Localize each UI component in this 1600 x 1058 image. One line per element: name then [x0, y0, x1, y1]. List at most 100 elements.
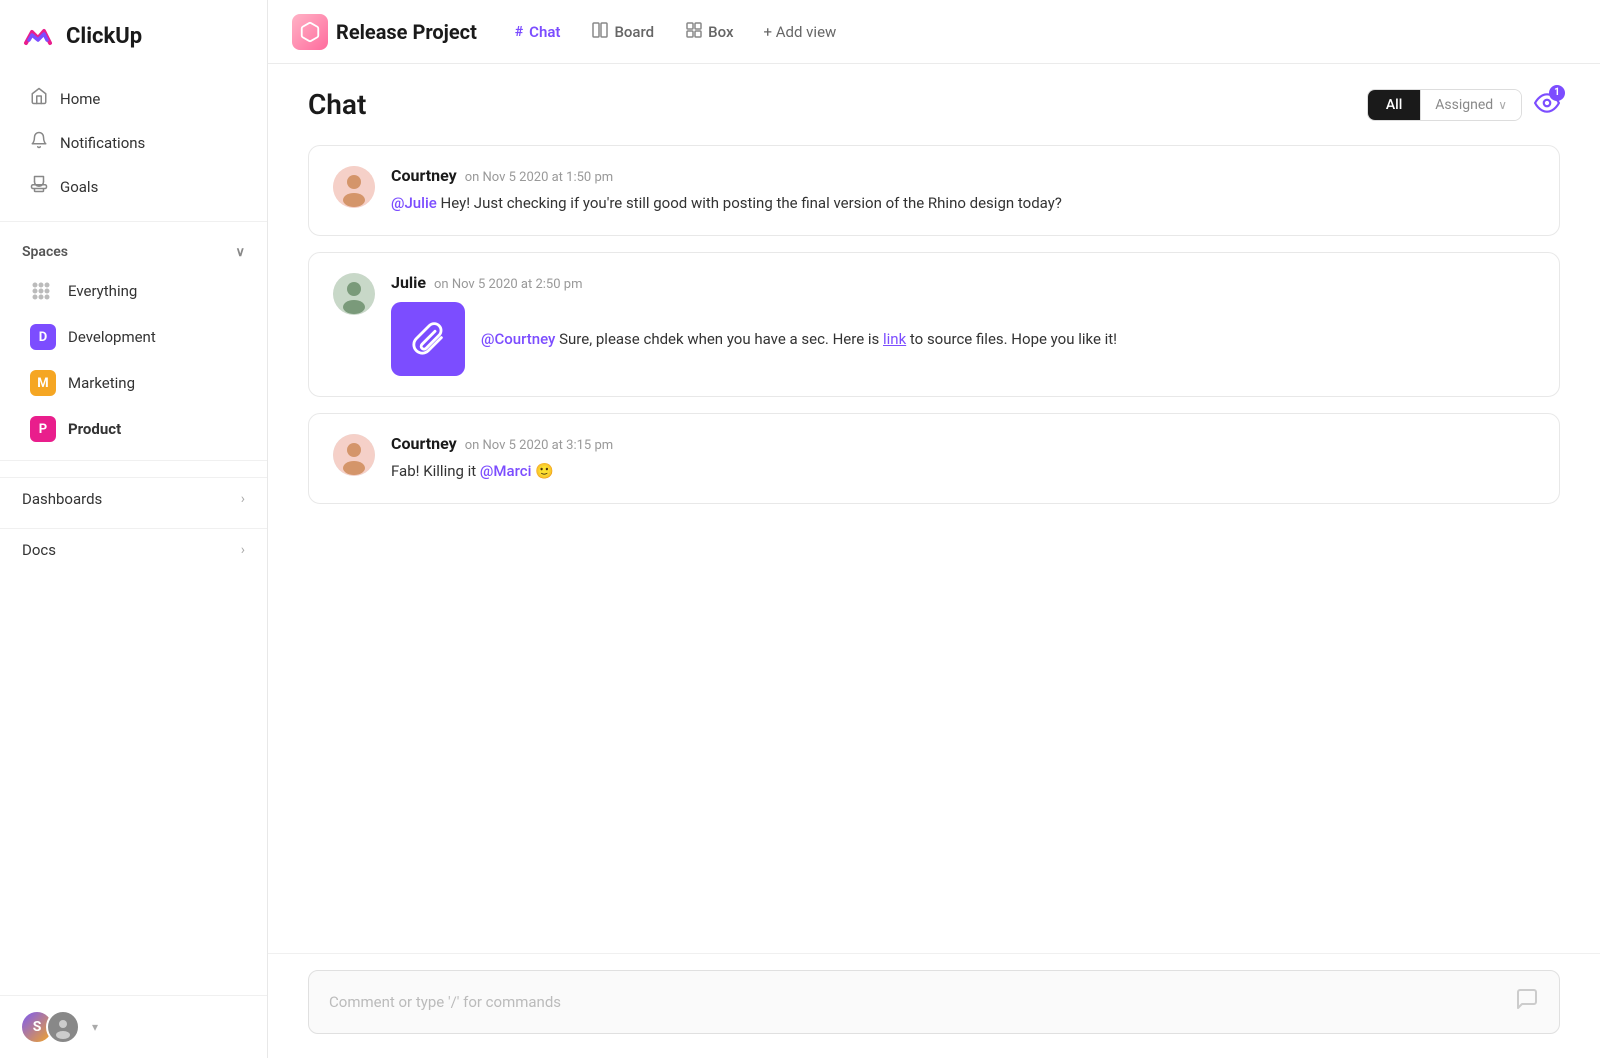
message-body-3: Courtney on Nov 5 2020 at 3:15 pm Fab! K…: [391, 434, 1535, 483]
mention-marci[interactable]: @Marci: [480, 462, 531, 480]
sidebar-product-label: Product: [68, 420, 121, 438]
project-icon: [292, 14, 328, 50]
avatar-julie: [333, 273, 375, 315]
avatar-courtney: [333, 166, 375, 208]
sidebar-item-notifications[interactable]: Notifications: [8, 121, 259, 164]
msg-text: @Julie Hey! Just checking if you're stil…: [391, 191, 1535, 215]
topbar: Release Project # Chat Board Box + Add v…: [268, 0, 1600, 64]
chat-tab-icon: #: [515, 24, 523, 40]
sidebar-nav: Home Notifications Goals: [0, 72, 267, 213]
assigned-label: Assigned: [1435, 97, 1493, 113]
message-card: Julie on Nov 5 2020 at 2:50 pm @Courtney…: [308, 252, 1560, 397]
attachment-block: @Courtney Sure, please chdek when you ha…: [391, 302, 1535, 376]
mention-julie[interactable]: @Julie: [391, 194, 437, 212]
dashboards-label: Dashboards: [22, 490, 102, 508]
sidebar-item-product[interactable]: P Product: [8, 407, 259, 451]
comment-bar: Comment or type '/' for commands: [268, 953, 1600, 1058]
message-body: Julie on Nov 5 2020 at 2:50 pm @Courtney…: [391, 273, 1535, 376]
msg-content-2a: Sure, please chdek when you have a sec. …: [555, 330, 883, 348]
message-header: Courtney on Nov 5 2020 at 1:50 pm: [391, 166, 1535, 185]
trophy-icon: [30, 175, 48, 198]
filter-tab-all[interactable]: All: [1368, 90, 1420, 120]
tab-board-label: Board: [614, 23, 654, 41]
link-source-files[interactable]: link: [883, 330, 906, 348]
sidebar-everything-label: Everything: [68, 282, 137, 300]
main-content: Release Project # Chat Board Box + Add v…: [268, 0, 1600, 1058]
clickup-logo-icon: [20, 18, 56, 54]
avatar-courtney-2: [333, 434, 375, 476]
msg-content-1: Hey! Just checking if you're still good …: [437, 194, 1062, 212]
assigned-chevron-icon: ∨: [1498, 98, 1507, 112]
msg-text-julie: @Courtney Sure, please chdek when you ha…: [481, 327, 1117, 351]
message-card: Courtney on Nov 5 2020 at 3:15 pm Fab! K…: [308, 413, 1560, 504]
watch-button[interactable]: 1: [1534, 90, 1560, 120]
tab-chat[interactable]: # Chat: [501, 17, 575, 47]
message-header-3: Courtney on Nov 5 2020 at 3:15 pm: [391, 434, 1535, 453]
view-tabs: # Chat Board Box + Add view: [501, 16, 848, 48]
tab-board[interactable]: Board: [578, 16, 668, 48]
development-badge: D: [30, 324, 56, 350]
chat-header-right: All Assigned ∨ 1: [1367, 89, 1560, 121]
mention-courtney[interactable]: @Courtney: [481, 330, 555, 348]
sidebar-item-home-label: Home: [60, 90, 100, 108]
comment-placeholder: Comment or type '/' for commands: [329, 993, 561, 1011]
comment-input[interactable]: Comment or type '/' for commands: [308, 970, 1560, 1034]
sidebar: ClickUp Home Notifications Goals Spaces …: [0, 0, 268, 1058]
message-card: Courtney on Nov 5 2020 at 1:50 pm @Julie…: [308, 145, 1560, 236]
msg-content-2b: to source files. Hope you like it!: [906, 330, 1117, 348]
msg-time-courtney2: on Nov 5 2020 at 3:15 pm: [465, 438, 613, 453]
attachment-icon: [391, 302, 465, 376]
spaces-header: Spaces ∨: [0, 230, 267, 268]
message-body: Courtney on Nov 5 2020 at 1:50 pm @Julie…: [391, 166, 1535, 215]
watch-count-badge: 1: [1549, 85, 1565, 101]
msg-author: Courtney: [391, 166, 457, 185]
box-tab-icon: [686, 22, 702, 42]
messages-area: Courtney on Nov 5 2020 at 1:50 pm @Julie…: [268, 137, 1600, 953]
product-badge: P: [30, 416, 56, 442]
user-dropdown-icon[interactable]: ▾: [92, 1020, 98, 1034]
docs-chevron-icon: ›: [241, 542, 245, 558]
docs-label: Docs: [22, 541, 56, 559]
chat-container: Chat All Assigned ∨ 1: [268, 64, 1600, 1058]
msg-author-julie: Julie: [391, 273, 426, 292]
msg-time: on Nov 5 2020 at 1:50 pm: [465, 170, 613, 185]
sidebar-item-everything[interactable]: Everything: [8, 269, 259, 313]
sidebar-item-goals[interactable]: Goals: [8, 165, 259, 208]
sidebar-footer: S ▾: [0, 995, 267, 1058]
logo-text: ClickUp: [66, 24, 142, 49]
chat-title: Chat: [308, 88, 366, 121]
bell-icon: [30, 131, 48, 154]
board-tab-icon: [592, 22, 608, 42]
logo-area: ClickUp: [0, 0, 267, 72]
sidebar-marketing-label: Marketing: [68, 374, 135, 392]
comment-bubble-icon: [1515, 987, 1539, 1017]
sidebar-item-docs[interactable]: Docs ›: [0, 528, 267, 571]
filter-tabs: All Assigned ∨: [1367, 89, 1522, 121]
sidebar-item-home[interactable]: Home: [8, 77, 259, 120]
filter-tab-assigned[interactable]: Assigned ∨: [1420, 90, 1521, 120]
sidebar-development-label: Development: [68, 328, 156, 346]
msg-emoji: 🙂: [535, 462, 554, 480]
everything-icon: [30, 278, 56, 304]
msg-text-courtney2: Fab! Killing it @Marci 🙂: [391, 459, 1535, 483]
sidebar-item-marketing[interactable]: M Marketing: [8, 361, 259, 405]
sidebar-item-development[interactable]: D Development: [8, 315, 259, 359]
msg-content-3a: Fab! Killing it: [391, 462, 480, 480]
tab-box[interactable]: Box: [672, 16, 747, 48]
chat-header: Chat All Assigned ∨ 1: [268, 64, 1600, 137]
home-icon: [30, 87, 48, 110]
msg-time-julie: on Nov 5 2020 at 2:50 pm: [434, 277, 582, 292]
project-title: Release Project: [336, 20, 477, 44]
marketing-badge: M: [30, 370, 56, 396]
sidebar-item-goals-label: Goals: [60, 178, 98, 196]
avatar-stack: S: [20, 1010, 80, 1044]
dashboards-chevron-icon: ›: [241, 491, 245, 507]
sidebar-item-dashboards[interactable]: Dashboards ›: [0, 477, 267, 520]
spaces-collapse-icon[interactable]: ∨: [235, 245, 245, 260]
add-view-label: + Add view: [764, 23, 837, 41]
tab-chat-label: Chat: [529, 23, 560, 41]
msg-author-courtney2: Courtney: [391, 434, 457, 453]
spaces-label: Spaces: [22, 244, 68, 260]
avatar-person: [46, 1010, 80, 1044]
add-view-button[interactable]: + Add view: [752, 17, 849, 47]
